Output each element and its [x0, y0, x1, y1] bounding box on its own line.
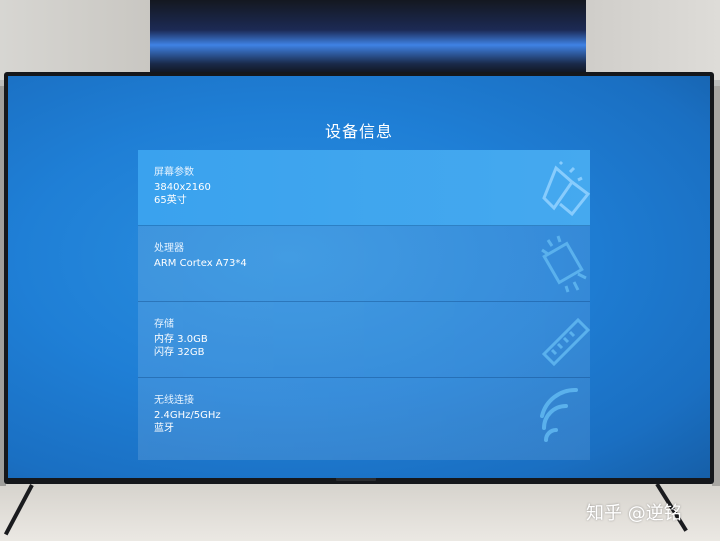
card-value-line: 内存 3.0GB	[154, 334, 208, 345]
screen-size-icon	[538, 158, 590, 218]
card-wireless[interactable]: 无线连接 2.4GHz/5GHz 蓝牙	[138, 378, 590, 460]
background-wall-right	[580, 0, 720, 80]
card-label: 处理器	[154, 243, 184, 254]
card-value-line: 闪存 32GB	[154, 347, 205, 358]
card-label: 屏幕参数	[154, 167, 194, 178]
card-value-line: 3840x2160	[154, 182, 211, 193]
device-info-panel: 屏幕参数 3840x2160 65英寸 处理器 ARM Cortex A73*4	[138, 150, 590, 462]
tv-screen: 设备信息 屏幕参数 3840x2160 65英寸 处理器 ARM Cortex …	[8, 76, 710, 478]
wifi-icon	[538, 386, 590, 446]
card-label: 无线连接	[154, 395, 194, 406]
card-value-line: 2.4GHz/5GHz	[154, 410, 221, 421]
card-storage[interactable]: 存储 内存 3.0GB 闪存 32GB	[138, 302, 590, 378]
card-screen-params[interactable]: 屏幕参数 3840x2160 65英寸	[138, 150, 590, 226]
card-value-line: ARM Cortex A73*4	[154, 258, 247, 269]
memory-module-icon	[538, 310, 590, 370]
processor-chip-icon	[538, 234, 590, 294]
card-label: 存储	[154, 319, 174, 330]
card-processor[interactable]: 处理器 ARM Cortex A73*4	[138, 226, 590, 302]
page-title: 设备信息	[324, 122, 393, 141]
card-value-line: 65英寸	[154, 195, 187, 206]
background-tv	[150, 0, 586, 75]
card-value-line: 蓝牙	[154, 423, 174, 434]
watermark: 知乎 @逆铭	[586, 503, 682, 524]
background-wall	[0, 0, 150, 80]
